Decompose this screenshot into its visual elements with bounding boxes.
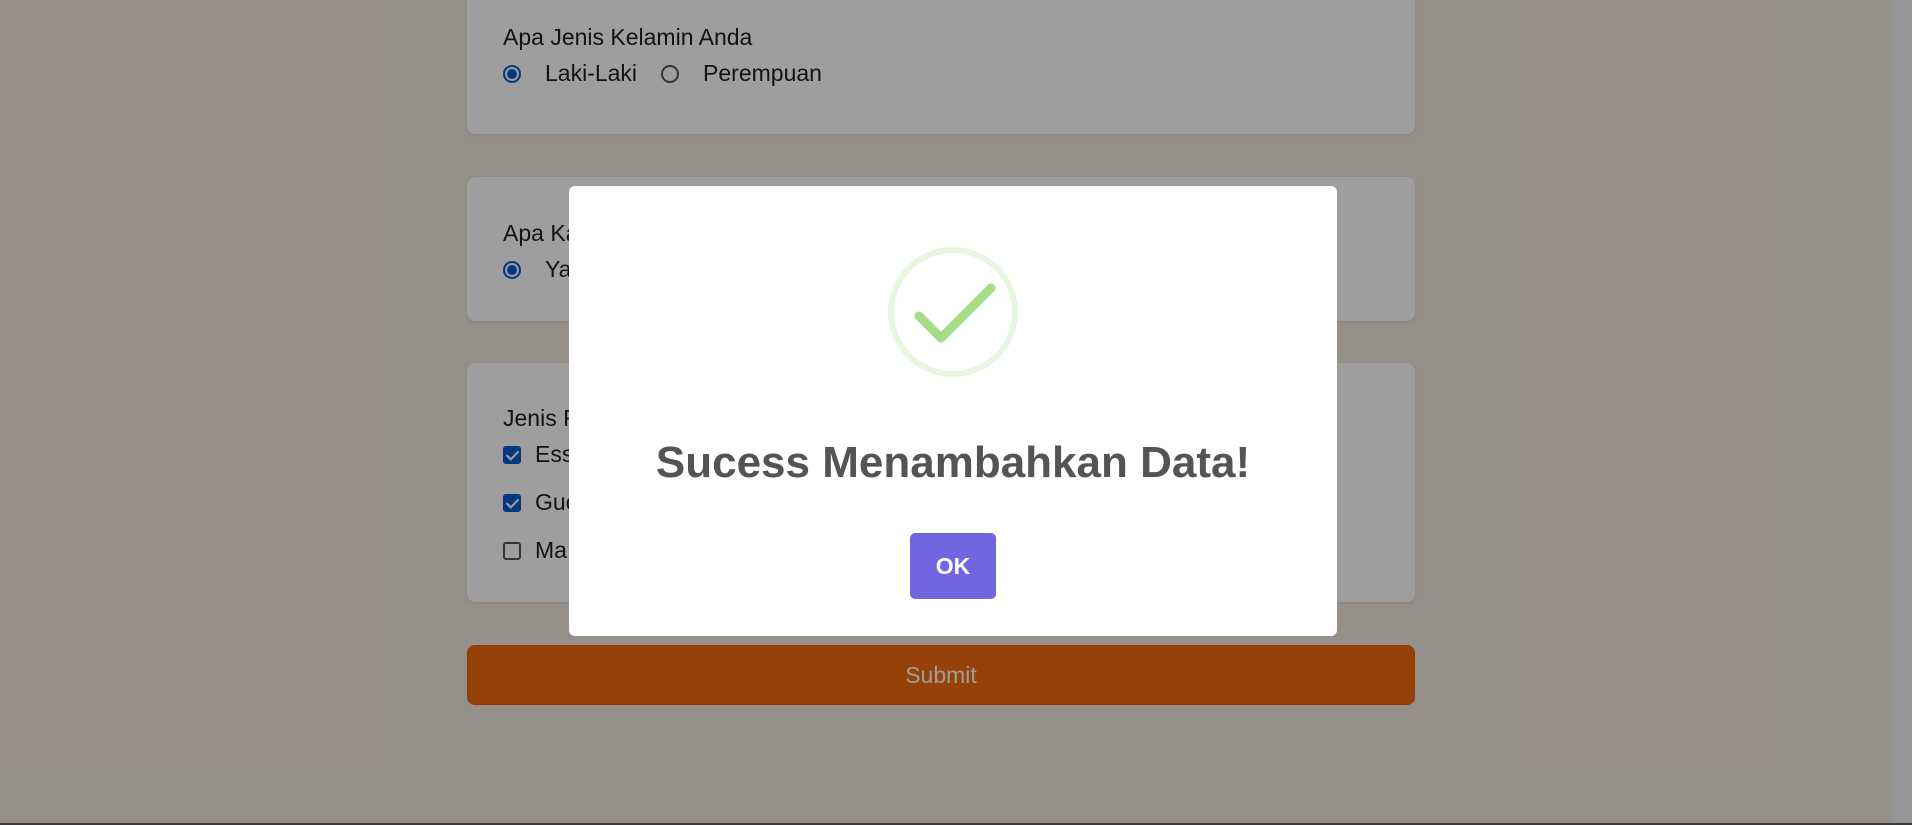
success-dialog: Sucess Menambahkan Data! OK <box>569 186 1337 636</box>
dialog-title: Sucess Menambahkan Data! <box>655 438 1251 487</box>
success-checkmark-icon <box>888 247 1018 377</box>
ok-button[interactable]: OK <box>910 533 996 599</box>
